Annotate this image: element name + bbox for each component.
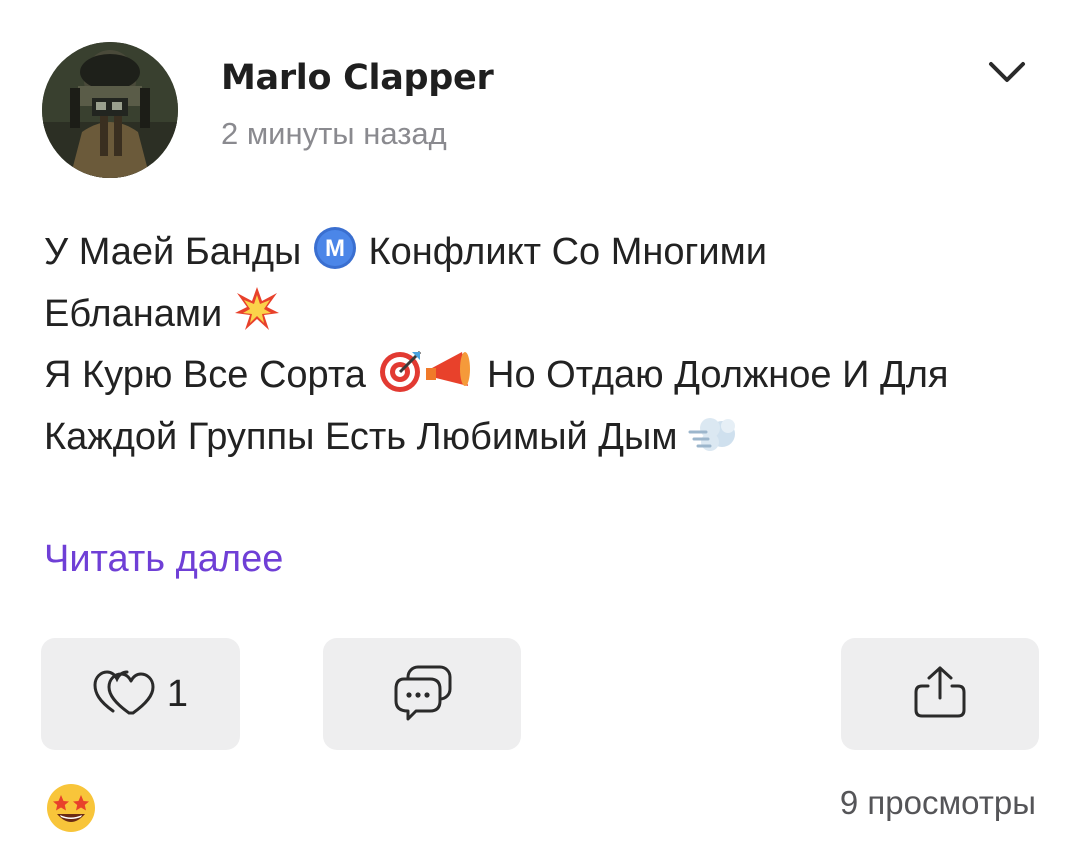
post-line: Каждой Группы Есть Любимый Дым (44, 407, 1044, 469)
collision-icon (233, 285, 281, 353)
post-line-text: Ебланами (44, 292, 233, 335)
post-line: Ебланами (44, 284, 1044, 346)
read-more-link[interactable]: Читать далее (44, 538, 283, 581)
views-count: 9 просмотры (839, 784, 1036, 821)
post-text: У Маей Банды M Конфликт Со Многими Еблан… (44, 222, 1044, 468)
like-button[interactable]: 1 (41, 638, 240, 750)
post-line-text: У Маей Банды (44, 231, 312, 273)
post-line: У Маей Банды M Конфликт Со Многими (44, 222, 1044, 284)
author-name[interactable]: Marlo Clapper (221, 58, 494, 98)
m-badge-icon: M (312, 225, 358, 291)
avatar[interactable] (42, 42, 178, 178)
post-line-text: Каждой Группы Есть Любимый Дым (44, 415, 689, 458)
post-line-text: Но Отдаю Должное И Для (476, 354, 949, 396)
svg-text:M: M (325, 235, 345, 262)
chevron-down-icon[interactable] (985, 56, 1029, 92)
comments-icon (390, 663, 454, 726)
share-button[interactable] (841, 638, 1039, 750)
post-time: 2 минуты назад (221, 116, 447, 151)
dash-icon (688, 412, 740, 476)
post-line-text: Я Курю Все Сорта (44, 354, 377, 396)
share-icon (910, 664, 970, 725)
hearts-icon (93, 667, 155, 722)
star-struck-reaction-icon[interactable] (45, 782, 97, 834)
post-line-text: Конфликт Со Многими (357, 231, 767, 273)
comment-button[interactable] (323, 638, 521, 750)
post-line: Я Курю Все Сорта Но Отдаю Должное И Для (44, 345, 1044, 407)
like-count: 1 (166, 672, 189, 715)
target-megaphone-icon (376, 346, 476, 414)
